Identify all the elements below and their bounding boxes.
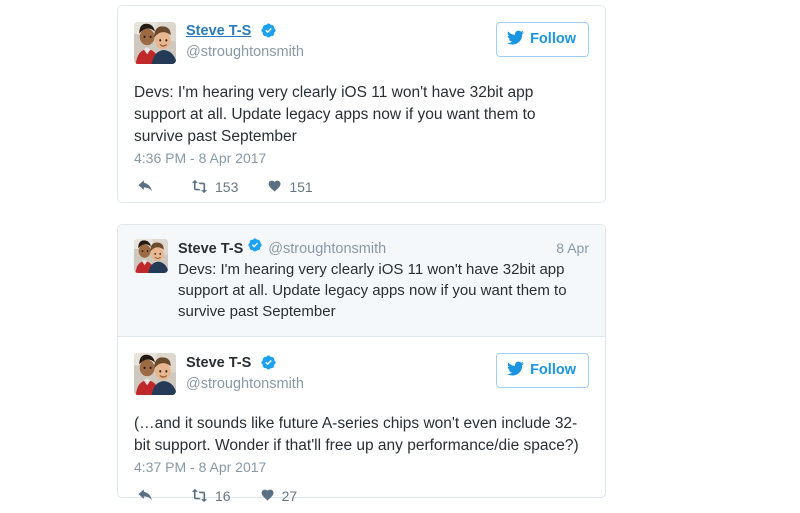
avatar[interactable]	[134, 353, 176, 396]
retweet-button[interactable]: 16	[190, 486, 231, 505]
tweet-body-text: Devs: I'm hearing very clearly iOS 11 wo…	[134, 84, 536, 145]
tweet-content: Steve T-S @stroughtonsmith Follow Devs: …	[118, 6, 605, 166]
parent-author-handle[interactable]: @stroughtonsmith	[268, 241, 386, 258]
tweet-card[interactable]: Steve T-S @stroughtonsmith Follow Devs: …	[117, 5, 606, 203]
retweet-icon	[190, 486, 209, 505]
like-count: 27	[281, 487, 298, 504]
twitter-bird-icon	[507, 360, 524, 381]
verified-badge-icon	[248, 238, 262, 252]
like-button[interactable]: 151	[268, 178, 313, 195]
parent-tweet-content: Steve T-S @stroughtonsmith 8 Apr Devs: I…	[178, 239, 589, 322]
author-handle[interactable]: @stroughtonsmith	[186, 376, 304, 393]
avatar[interactable]	[134, 239, 168, 273]
follow-button-label: Follow	[530, 362, 576, 379]
parent-tweet-date[interactable]: 8 Apr	[546, 240, 589, 257]
parent-tweet-body-text: Devs: I'm hearing very clearly iOS 11 wo…	[178, 261, 567, 320]
retweet-button[interactable]: 153	[190, 177, 238, 196]
author-identity: Steve T-S @stroughtonsmith	[186, 22, 304, 61]
follow-button[interactable]: Follow	[496, 22, 589, 57]
retweet-icon	[190, 177, 209, 196]
tweet-actions: 153 151	[118, 177, 605, 196]
tweet-timestamp[interactable]: 4:37 PM - 8 Apr 2017	[134, 459, 589, 475]
tweet-timestamp[interactable]: 4:36 PM - 8 Apr 2017	[134, 150, 589, 166]
avatar[interactable]	[134, 22, 176, 64]
twitter-bird-icon	[507, 29, 524, 50]
tweet-content: Steve T-S @stroughtonsmith Follow (…and …	[118, 337, 605, 475]
heart-icon	[261, 488, 276, 503]
retweet-count: 153	[215, 178, 239, 195]
author-display-name[interactable]: Steve T-S	[186, 355, 251, 372]
retweet-count: 16	[215, 487, 231, 504]
follow-button-label: Follow	[530, 31, 576, 47]
verified-badge-icon	[261, 355, 276, 370]
author-identity: Steve T-S @stroughtonsmith	[186, 353, 304, 392]
reply-arrow-icon	[136, 487, 154, 505]
follow-button[interactable]: Follow	[496, 353, 589, 388]
tweet-card[interactable]: Steve T-S @stroughtonsmith 8 Apr Devs: I…	[117, 224, 606, 504]
tweet-embed-page: Steve T-S @stroughtonsmith Follow Devs: …	[0, 0, 800, 513]
author-display-name[interactable]: Steve T-S	[186, 23, 251, 40]
reply-arrow-icon	[136, 178, 154, 196]
verified-badge-icon	[261, 23, 276, 38]
reply-button[interactable]	[136, 487, 160, 505]
like-button[interactable]: 27	[261, 487, 298, 504]
like-count: 151	[289, 178, 313, 195]
parent-author-display-name[interactable]: Steve T-S	[178, 241, 243, 258]
parent-tweet-header: Steve T-S @stroughtonsmith 8 Apr	[178, 239, 589, 258]
heart-icon	[268, 179, 283, 194]
author-handle[interactable]: @stroughtonsmith	[186, 44, 304, 61]
reply-button[interactable]	[136, 178, 160, 196]
tweet-header: Steve T-S @stroughtonsmith Follow	[134, 22, 589, 64]
tweet-header: Steve T-S @stroughtonsmith Follow	[134, 353, 589, 396]
tweet-actions: 16 27	[118, 486, 605, 505]
tweet-body-text: (…and it sounds like future A-series chi…	[134, 415, 579, 455]
parent-tweet[interactable]: Steve T-S @stroughtonsmith 8 Apr Devs: I…	[118, 225, 605, 338]
